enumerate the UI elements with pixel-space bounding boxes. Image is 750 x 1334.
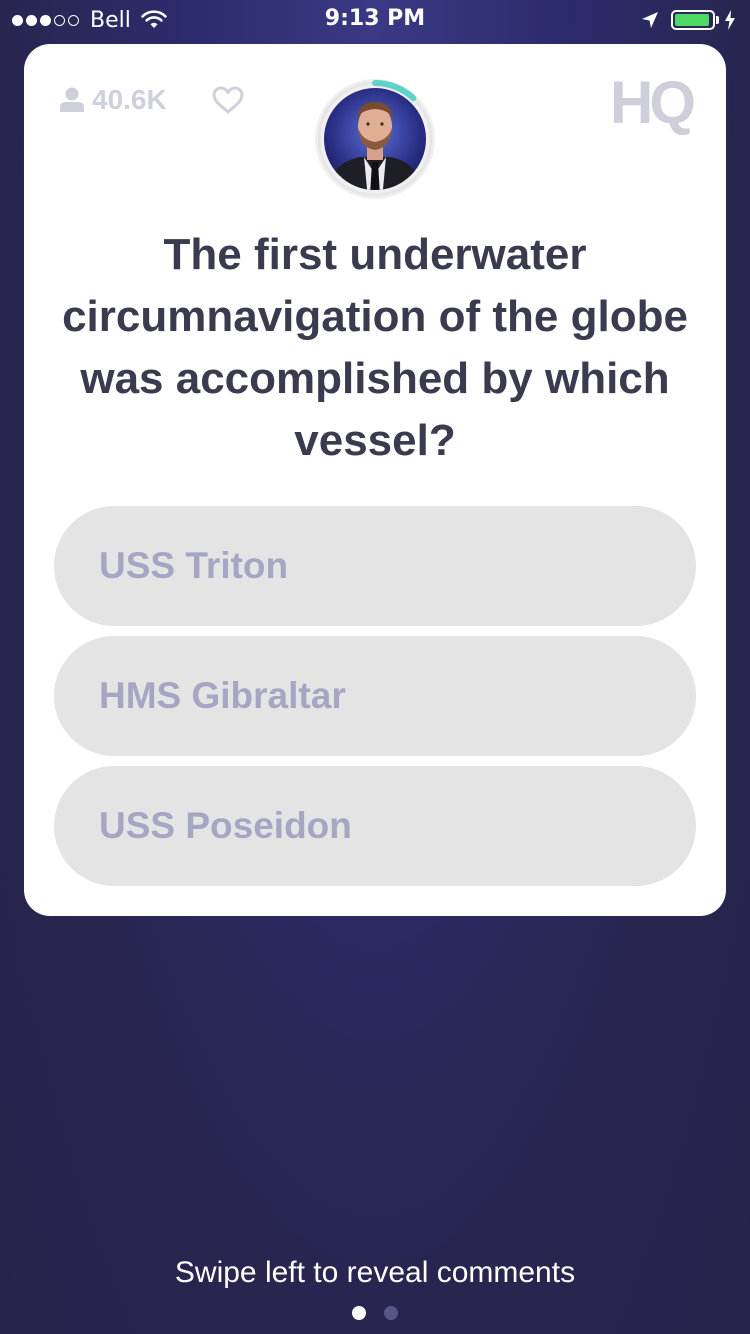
swipe-hint: Swipe left to reveal comments bbox=[174, 1256, 576, 1289]
answer-option-1[interactable]: USS Triton bbox=[54, 506, 696, 626]
battery-icon bbox=[671, 10, 715, 30]
host-avatar-timer bbox=[314, 78, 436, 200]
page-indicator[interactable] bbox=[0, 1306, 750, 1320]
question-card: 40.6K HQ The first underwater circumnavi… bbox=[24, 44, 726, 916]
status-time: 9:13 PM bbox=[324, 6, 426, 31]
page-dot-1[interactable] bbox=[352, 1306, 366, 1320]
question-text: The first underwater circumnavigation of… bbox=[62, 230, 688, 465]
hq-logo: HQ bbox=[610, 69, 696, 136]
answer-option-2[interactable]: HMS Gibraltar bbox=[54, 636, 696, 756]
countdown-timer bbox=[315, 79, 435, 199]
battery-level bbox=[675, 14, 710, 26]
status-bar: Bell 9:13 PM bbox=[0, 0, 750, 40]
answer-option-3[interactable]: USS Poseidon bbox=[54, 766, 696, 886]
status-right bbox=[641, 8, 736, 32]
person-icon bbox=[60, 87, 84, 112]
location-arrow-icon bbox=[642, 12, 658, 28]
viewer-count-display: 40.6K bbox=[60, 84, 167, 116]
viewer-count: 40.6K bbox=[92, 84, 167, 115]
host-avatar bbox=[324, 88, 426, 190]
bolt-icon bbox=[725, 10, 735, 30]
heart-icon[interactable] bbox=[212, 86, 244, 114]
page-dot-2[interactable] bbox=[384, 1306, 398, 1320]
